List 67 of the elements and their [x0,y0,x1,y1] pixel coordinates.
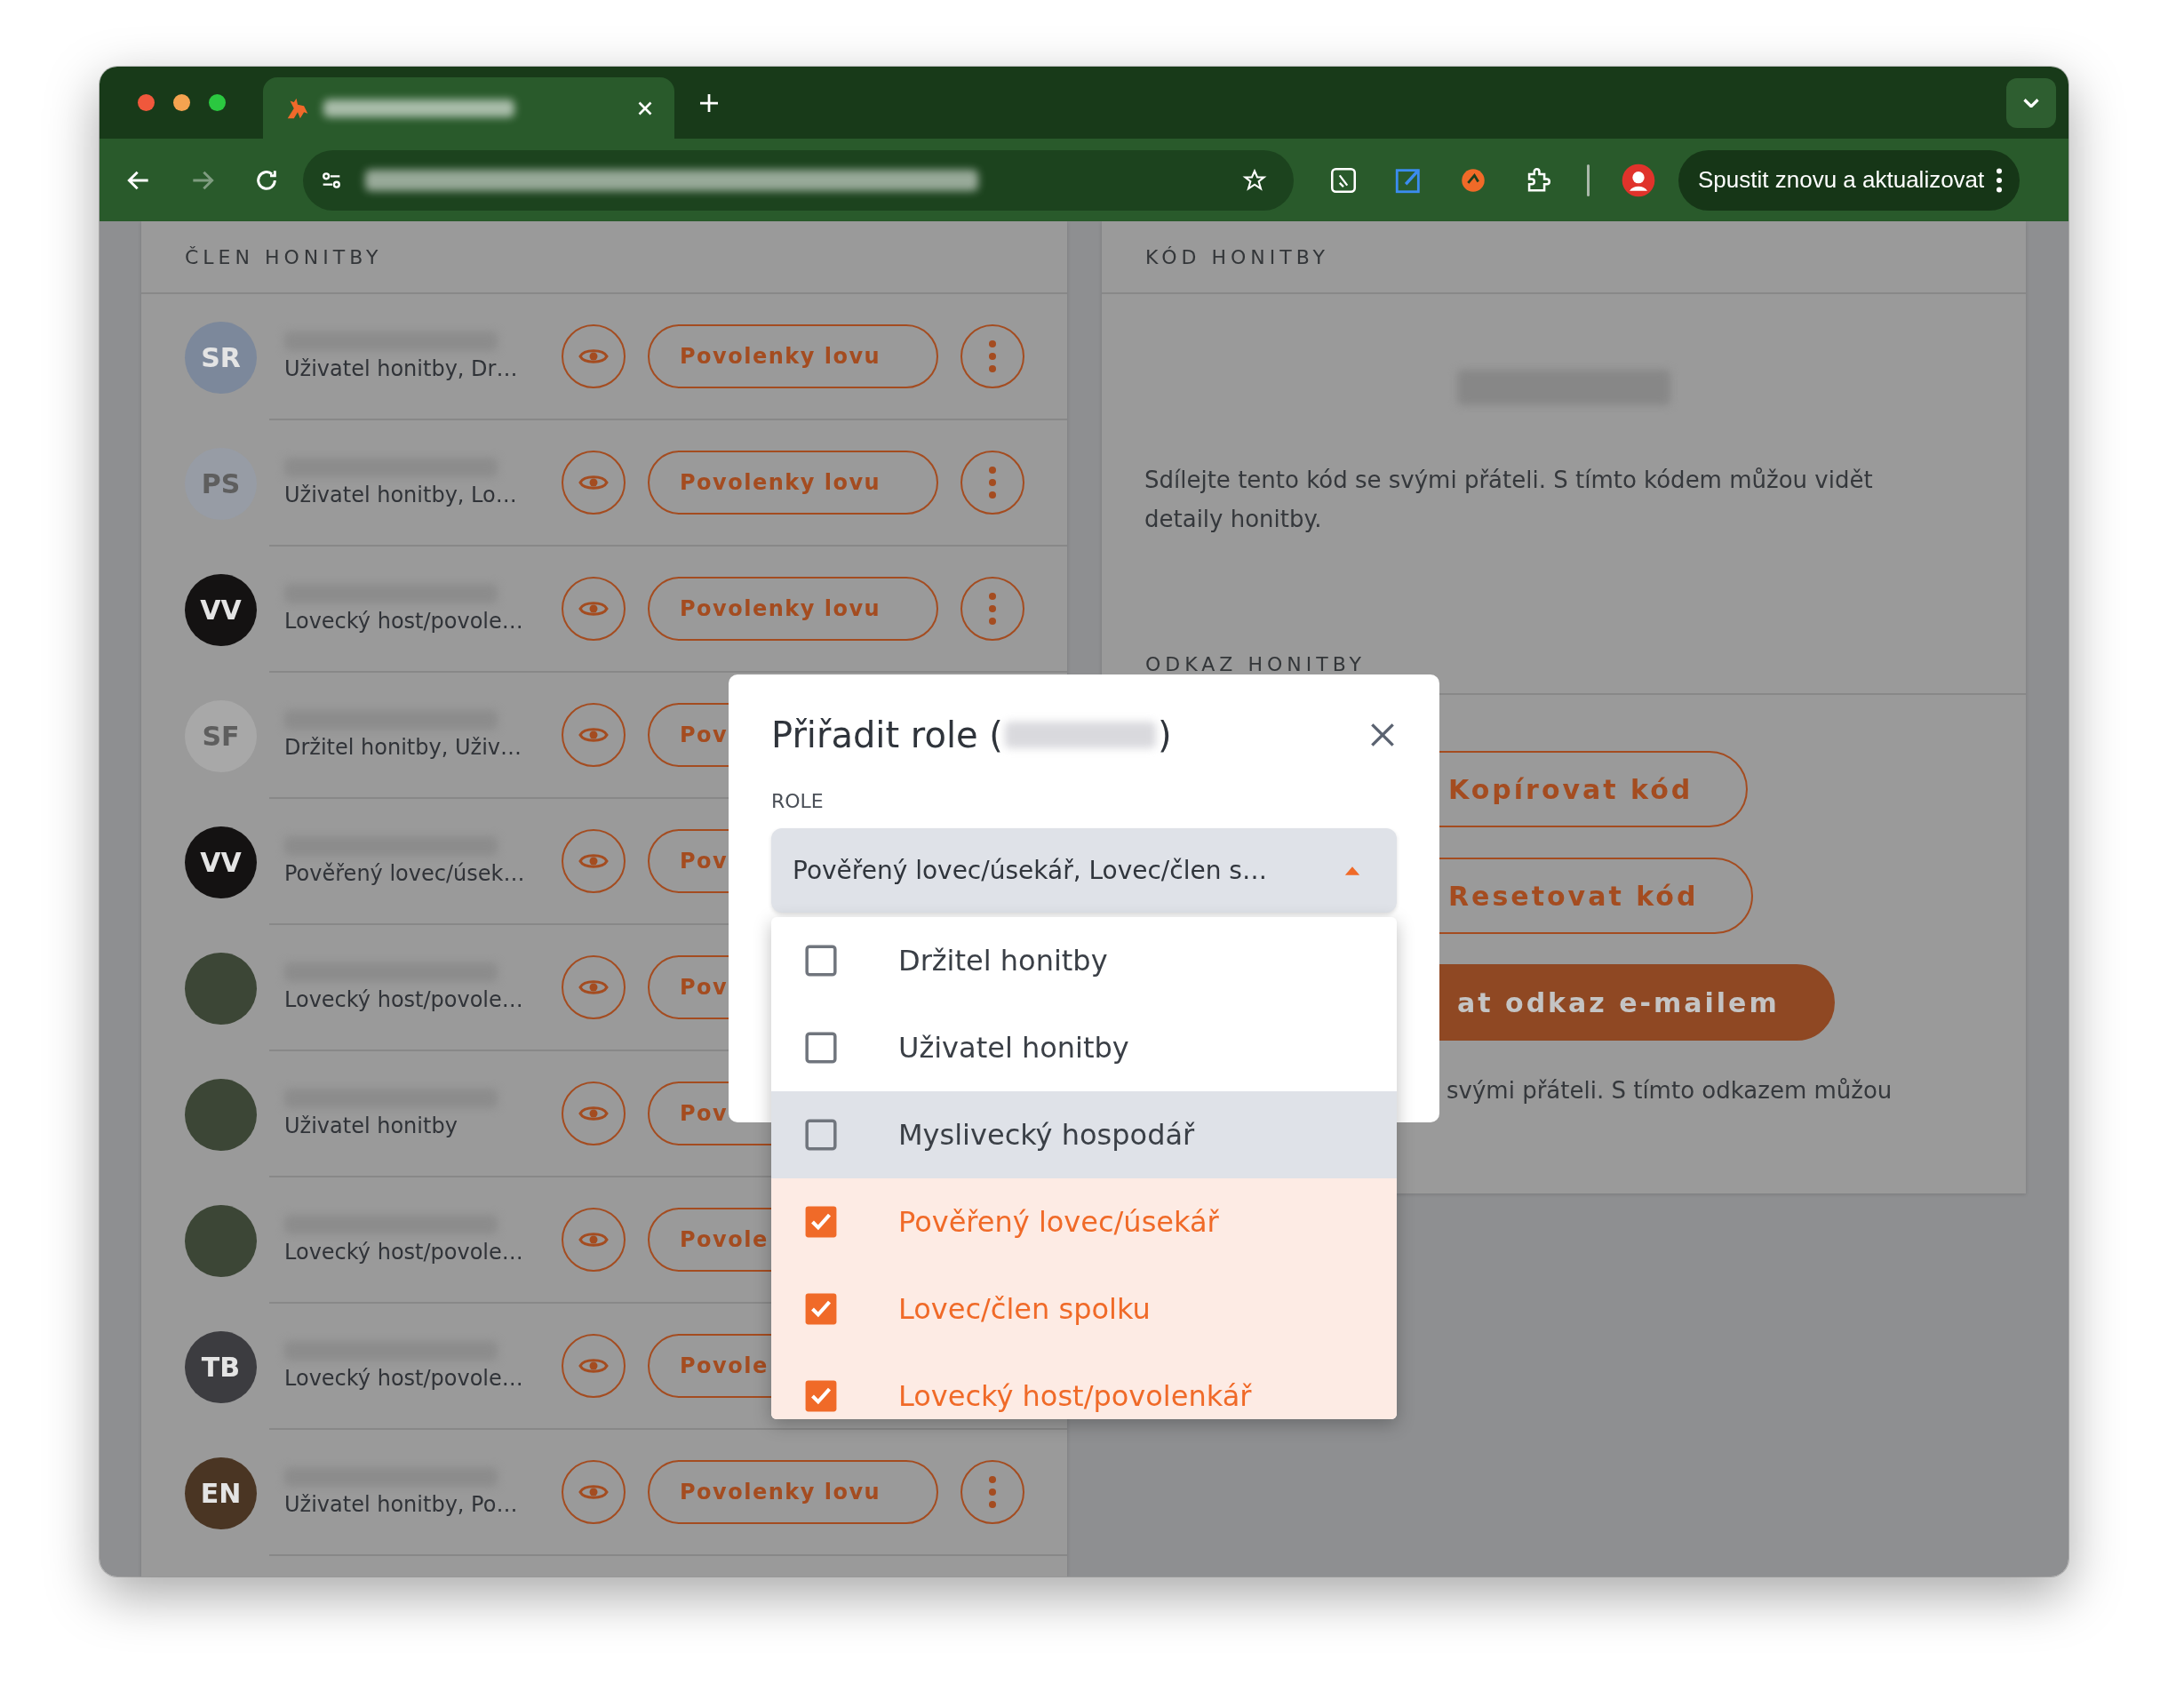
more-icon [989,340,996,372]
tab-list-button[interactable] [2006,77,2056,128]
view-button[interactable] [562,955,626,1019]
role-text: Lovecký host/povole… [284,987,524,1012]
dialog-title: Přiřadit role ( [771,714,1003,755]
dialog-title: ) [1157,714,1172,755]
menu-item[interactable]: Lovec/člen spolku [771,1265,1397,1353]
role-text: Držitel honitby, Uživ… [284,735,522,760]
role-text: Uživatel honitby [284,1113,458,1138]
permit-button[interactable]: Povolenky lovu [648,1460,938,1524]
avatar: SF [185,699,257,772]
view-button[interactable] [562,1081,626,1145]
browser-tab[interactable] [263,77,674,139]
menu-item[interactable]: Lovecký host/povolenkář [771,1353,1397,1419]
section-title: ČLEN HONITBY [141,221,1067,294]
more-button[interactable] [960,577,1024,641]
more-button[interactable] [960,324,1024,388]
avatar: VV [185,826,257,898]
update-button[interactable]: Spustit znovu a aktualizovat [1678,149,2021,211]
view-button[interactable] [562,829,626,893]
avatar: SR [185,321,257,394]
role-text: Pověřený lovec/úsek… [284,861,526,886]
description-text: Sdílejte tento kód se svými přáteli. S tímto kódem můžou vidět detaily honitby. [1144,466,1874,534]
avatar: EN [185,1457,257,1529]
avatar: PS [185,447,257,520]
chevron-down-icon [2023,98,2039,108]
more-button[interactable] [960,1460,1024,1524]
menu-item[interactable]: Pověřený lovec/úsekář [771,1178,1397,1265]
section-title: KÓD HONITBY [1102,221,2026,294]
close-window-icon[interactable] [138,94,155,111]
avatar: VV [185,573,257,646]
view-button[interactable] [562,577,626,641]
role-text: Lovecký host/povole… [284,1240,524,1265]
permit-button[interactable]: Povolenky lovu [648,577,938,641]
view-button[interactable] [562,1460,626,1524]
checkbox[interactable] [804,1118,838,1152]
description-text: svými přáteli. S tímto odkazem můžou [1447,1076,1893,1105]
view-button[interactable] [562,1208,626,1272]
field-label: ROLE [771,790,825,812]
role-text: Uživatel honitby, Po… [284,1492,519,1517]
profile-icon[interactable] [1621,162,1656,198]
role-text: Uživatel honitby, Dr… [284,356,519,381]
maximize-window-icon[interactable] [209,94,226,111]
more-icon [989,1476,996,1508]
permit-button[interactable]: Povolenky lovu [648,324,938,388]
more-icon [989,593,996,625]
view-button[interactable] [562,451,626,515]
checkbox[interactable] [804,1379,838,1413]
view-button[interactable] [562,703,626,767]
checkbox[interactable] [804,1031,838,1065]
more-icon [1997,167,2003,193]
checkbox[interactable] [804,1292,838,1326]
view-button[interactable] [562,324,626,388]
role-select[interactable]: Pověřený lovec/úsekář, Lovec/člen s… [771,828,1397,913]
more-button[interactable] [960,451,1024,515]
view-button[interactable] [562,1334,626,1398]
checkbox[interactable] [804,944,838,978]
star-icon[interactable] [1242,167,1267,193]
minimize-window-icon[interactable] [173,94,190,111]
role-text: Lovecký host/povole… [284,1366,524,1391]
more-icon [989,467,996,499]
avatar: TB [185,1330,257,1403]
permit-button[interactable]: Povolenky lovu [648,451,938,515]
checkbox[interactable] [804,1205,838,1239]
role-text: Lovecký host/povole… [284,609,524,634]
menu-item[interactable]: Myslivecký hospodář [771,1091,1397,1178]
role-text: Uživatel honitby, Lo… [284,483,518,507]
